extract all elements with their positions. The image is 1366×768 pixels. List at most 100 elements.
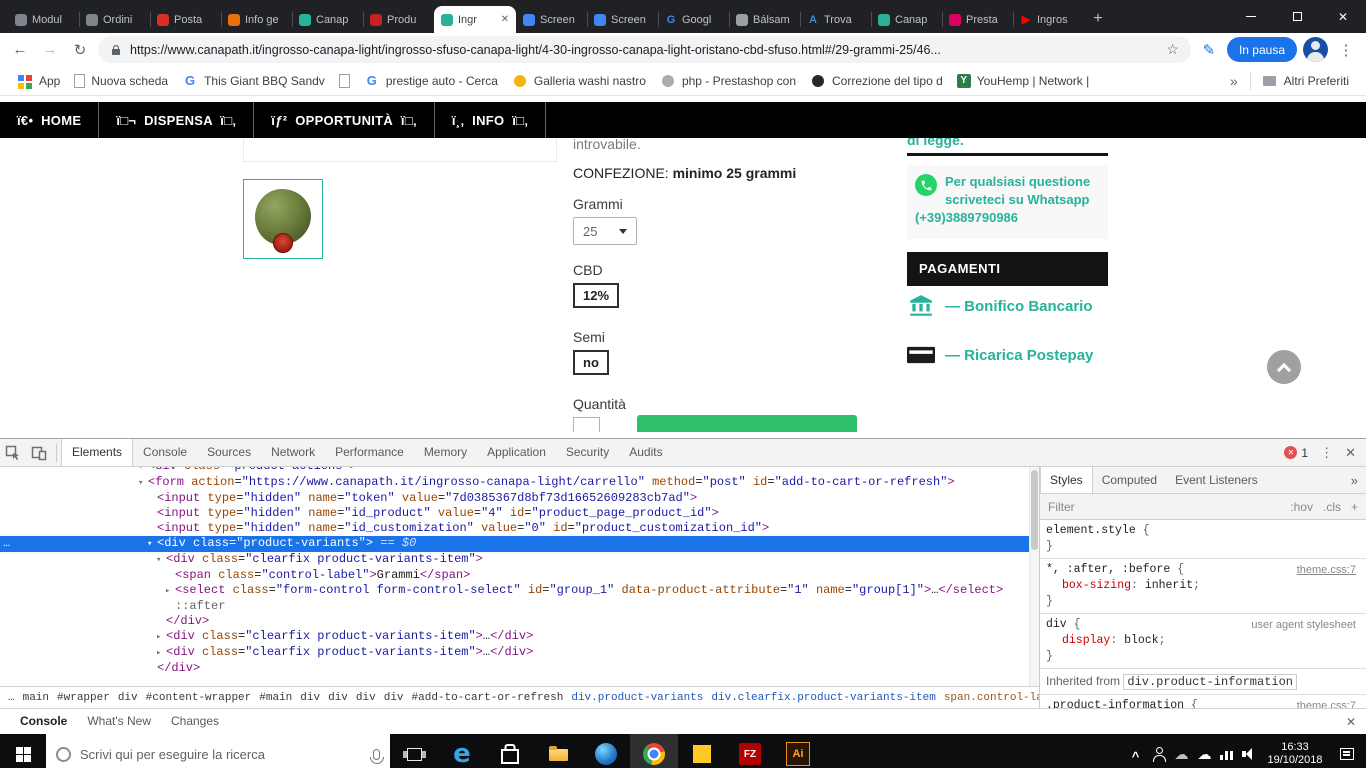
drawer-close-icon[interactable]: ✕ bbox=[1346, 715, 1356, 729]
error-badge[interactable]: ✕ 1 bbox=[1284, 446, 1308, 460]
styles-tab[interactable]: Styles bbox=[1040, 467, 1093, 493]
breadcrumb-item[interactable]: div bbox=[324, 692, 352, 704]
chrome-icon[interactable] bbox=[630, 734, 678, 768]
devtools-tab-network[interactable]: Network bbox=[261, 439, 325, 466]
task-view-icon[interactable] bbox=[390, 734, 438, 768]
rule-selector[interactable]: .product-information bbox=[1046, 699, 1184, 708]
action-center-button[interactable] bbox=[1328, 748, 1366, 760]
inherited-node-link[interactable]: div.product-information bbox=[1123, 674, 1298, 690]
taskbar-clock[interactable]: 16:33 19/10/2018 bbox=[1262, 741, 1328, 767]
maximize-button[interactable] bbox=[1274, 0, 1320, 33]
people-icon[interactable] bbox=[1147, 734, 1170, 768]
devtools-tab-application[interactable]: Application bbox=[477, 439, 556, 466]
network-icon[interactable] bbox=[1216, 734, 1239, 768]
drawer-tab[interactable]: What's New bbox=[77, 709, 161, 734]
code-line[interactable]: </div> bbox=[0, 614, 1039, 629]
chevron-up-icon[interactable] bbox=[1124, 734, 1147, 768]
minimize-button[interactable] bbox=[1228, 0, 1274, 33]
site-nav-item[interactable]: ï□¬ DISPENSA ï□‚ bbox=[99, 102, 255, 138]
code-line[interactable]: ::after bbox=[0, 599, 1039, 614]
breadcrumb-item[interactable]: #content-wrapper bbox=[142, 692, 256, 704]
breadcrumb-item[interactable]: div.product-variants bbox=[567, 692, 707, 704]
breadcrumb-item[interactable]: div bbox=[296, 692, 324, 704]
bookmark-item[interactable]: App bbox=[10, 71, 67, 91]
code-line[interactable]: ▸ <div class="clearfix product-variants-i… bbox=[0, 629, 1039, 645]
rule-selector[interactable]: *, :after, :before bbox=[1046, 563, 1170, 576]
breadcrumb-item[interactable]: div bbox=[114, 692, 142, 704]
taskbar-search[interactable]: Scrivi qui per eseguire la ricerca bbox=[46, 734, 390, 768]
reload-button[interactable]: ↻ bbox=[68, 41, 92, 59]
browser-tab[interactable]: A Trova bbox=[800, 6, 871, 33]
profile-avatar[interactable] bbox=[1303, 37, 1328, 62]
site-nav-item[interactable]: ïƒ² OPPORTUNITÀ ï□‚ bbox=[254, 102, 435, 138]
bookmark-item[interactable]: YouHemp | Network | bbox=[950, 72, 1097, 90]
drawer-tab[interactable]: Changes bbox=[161, 709, 229, 734]
bookmark-item[interactable]: This Giant BBQ Sandv bbox=[175, 71, 332, 91]
code-line[interactable]: ▾ <div class="clearfix product-variants-i… bbox=[0, 552, 1039, 568]
start-button[interactable] bbox=[0, 734, 46, 768]
quantity-input[interactable] bbox=[573, 417, 600, 432]
css-property[interactable]: box-sizing: inherit; bbox=[1046, 578, 1364, 594]
bookmark-item[interactable]: Galleria washi nastro bbox=[505, 71, 653, 91]
cloud2-icon[interactable] bbox=[1193, 734, 1216, 768]
filezilla-icon[interactable] bbox=[726, 734, 774, 768]
breadcrumb-item[interactable]: #add-to-cart-or-refresh bbox=[408, 692, 568, 704]
devtools-tab-audits[interactable]: Audits bbox=[619, 439, 672, 466]
cbd-option[interactable]: 12% bbox=[573, 283, 620, 308]
elements-scrollbar[interactable] bbox=[1029, 467, 1039, 686]
devtools-menu-icon[interactable]: ⋮ bbox=[1320, 445, 1333, 461]
code-line[interactable]: <span class="control-label">Grammi</span… bbox=[0, 568, 1039, 583]
code-line[interactable]: </div> bbox=[0, 661, 1039, 676]
stylesheet-link[interactable]: theme.css:7 bbox=[1297, 562, 1364, 578]
devtools-tab-sources[interactable]: Sources bbox=[197, 439, 261, 466]
browser-tab[interactable]: Produ bbox=[363, 6, 434, 33]
browser-tab[interactable]: Info ge bbox=[221, 6, 292, 33]
other-bookmarks-folder[interactable]: Altri Preferiti bbox=[1255, 71, 1356, 91]
new-tab-button[interactable]: + bbox=[1084, 5, 1112, 33]
payment-postepay[interactable]: — Ricarica Postepay bbox=[907, 343, 1108, 367]
styles-tab[interactable]: Event Listeners bbox=[1166, 467, 1267, 493]
grammi-select[interactable]: 25 bbox=[573, 217, 637, 245]
browser-tab[interactable]: Canap bbox=[292, 6, 363, 33]
browser-tab[interactable]: Posta bbox=[150, 6, 221, 33]
cloud-icon[interactable] bbox=[1170, 734, 1193, 768]
illustrator-icon[interactable] bbox=[774, 734, 822, 768]
hov-toggle[interactable]: :hov bbox=[1290, 500, 1313, 514]
close-window-button[interactable]: ✕ bbox=[1320, 0, 1366, 33]
inspect-icon[interactable] bbox=[0, 445, 26, 461]
devtools-close-icon[interactable]: ✕ bbox=[1345, 445, 1356, 461]
stylesheet-link[interactable]: theme.css:7 bbox=[1297, 698, 1364, 708]
code-line[interactable]: <input type="hidden" name="id_customizat… bbox=[0, 521, 1039, 536]
forward-button[interactable]: → bbox=[38, 41, 62, 58]
bookmark-item[interactable] bbox=[332, 72, 357, 90]
sticky-notes-icon[interactable] bbox=[678, 734, 726, 768]
browser-tab[interactable]: ▶ Ingros bbox=[1013, 6, 1084, 33]
browser-tab[interactable]: Ordini bbox=[79, 6, 150, 33]
styles-filter-input[interactable]: Filter bbox=[1048, 500, 1280, 514]
code-line[interactable]: <input type="hidden" name="token" value=… bbox=[0, 491, 1039, 506]
code-line[interactable]: ▸ <select class="form-control form-contro… bbox=[0, 583, 1039, 599]
rule-selector[interactable]: element.style bbox=[1046, 524, 1136, 537]
code-line[interactable]: <input type="hidden" name="id_product" v… bbox=[0, 506, 1039, 521]
new-style-rule-button[interactable]: + bbox=[1351, 500, 1358, 514]
file-explorer-icon[interactable] bbox=[534, 734, 582, 768]
code-line[interactable]: ▾<div class="product-actions"> bbox=[0, 467, 1039, 475]
firefox-icon[interactable] bbox=[582, 734, 630, 768]
bookmark-item[interactable]: Correzione del tipo d bbox=[803, 71, 950, 91]
expand-arrow-icon[interactable]: ▾ bbox=[147, 537, 157, 552]
expand-arrow-icon[interactable]: ▾ bbox=[138, 467, 148, 475]
browser-tab[interactable]: Modul bbox=[8, 6, 79, 33]
extension-pen-icon[interactable]: ✎ bbox=[1197, 41, 1221, 59]
expand-arrow-icon[interactable]: ▸ bbox=[165, 584, 175, 599]
browser-tab[interactable]: G Googl bbox=[658, 6, 729, 33]
expand-arrow-icon[interactable]: ▸ bbox=[156, 630, 166, 645]
breadcrumb-item[interactable]: span.control-label bbox=[940, 692, 1039, 704]
breadcrumb-item[interactable]: … bbox=[4, 692, 19, 704]
bookmark-star-icon[interactable]: ☆ bbox=[1166, 41, 1179, 58]
address-bar[interactable]: https://www.canapath.it/ingrosso-canapa-… bbox=[98, 36, 1191, 63]
bookmark-item[interactable]: Nuova scheda bbox=[67, 72, 175, 90]
expand-arrow-icon[interactable]: ▾ bbox=[138, 476, 148, 491]
code-line[interactable]: ▾ <form action="https://www.canapath.it/i… bbox=[0, 475, 1039, 491]
devtools-tab-security[interactable]: Security bbox=[556, 439, 619, 466]
devtools-tab-elements[interactable]: Elements bbox=[61, 439, 134, 466]
